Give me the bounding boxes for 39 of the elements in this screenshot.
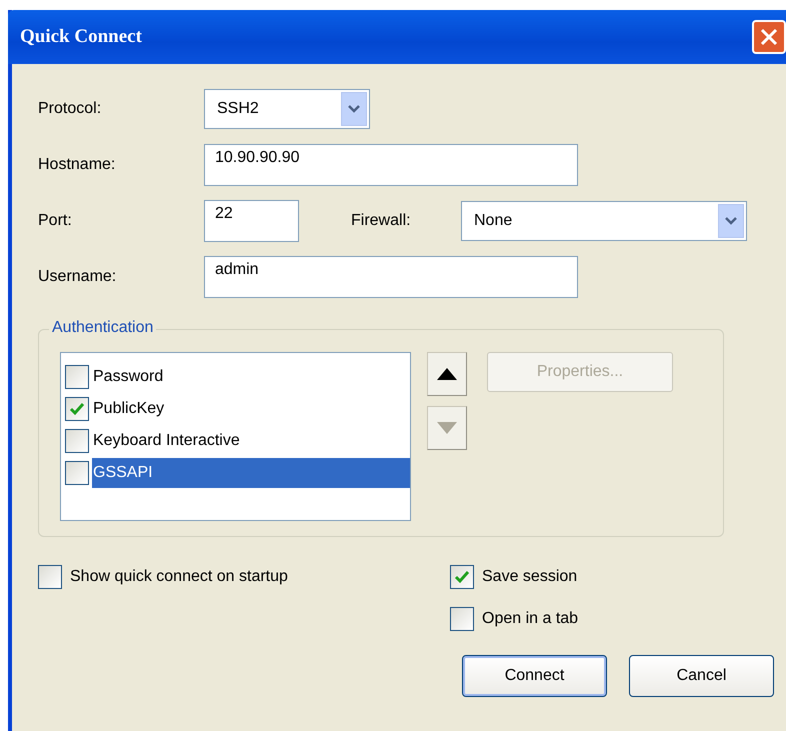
checkbox[interactable] bbox=[65, 397, 89, 421]
port-field[interactable]: 22 bbox=[204, 200, 299, 242]
dropdown-value: SSH2 bbox=[217, 100, 259, 118]
dropdown-arrow-button[interactable] bbox=[341, 92, 367, 126]
checkbox[interactable] bbox=[38, 565, 62, 589]
method-item[interactable]: Keyboard Interactive bbox=[92, 426, 244, 456]
chevron-down-icon bbox=[348, 104, 360, 114]
field-label: Hostname: bbox=[38, 156, 116, 174]
field-label: Port: bbox=[38, 212, 73, 230]
hostname-field[interactable]: 10.90.90.90 bbox=[204, 144, 578, 186]
method-list[interactable]: Password PublicKey Keyboard Interactive GSSAPI bbox=[60, 352, 411, 521]
checkbox-label: Show quick connect on startup bbox=[70, 568, 288, 586]
check-icon bbox=[69, 402, 85, 416]
field-label: Firewall: bbox=[351, 212, 412, 230]
dialog-button[interactable]: Connect bbox=[462, 655, 607, 697]
method-item[interactable]: PublicKey bbox=[92, 394, 168, 424]
checkbox-label: Save session bbox=[482, 568, 578, 586]
window-title: Quick Connect bbox=[20, 26, 142, 48]
dropdown-arrow-button[interactable] bbox=[718, 204, 744, 238]
checkbox[interactable] bbox=[450, 607, 474, 631]
chevron-down-icon bbox=[725, 216, 737, 226]
checkbox[interactable] bbox=[65, 429, 89, 453]
checkbox[interactable] bbox=[65, 365, 89, 389]
checkbox[interactable] bbox=[450, 565, 474, 589]
move-up-button[interactable] bbox=[427, 352, 467, 396]
field-label: Protocol: bbox=[38, 100, 102, 118]
dialog-button[interactable]: Cancel bbox=[629, 655, 774, 697]
close-icon bbox=[760, 28, 778, 46]
username-field[interactable]: admin bbox=[204, 256, 578, 298]
method-item[interactable]: Password bbox=[92, 362, 168, 392]
checkbox-label: Open in a tab bbox=[482, 610, 578, 628]
field-label: Username: bbox=[38, 268, 118, 286]
close-button[interactable] bbox=[752, 20, 786, 54]
check-icon bbox=[454, 570, 470, 584]
method-item[interactable]: GSSAPI bbox=[92, 458, 410, 488]
firewall-dropdown[interactable]: None bbox=[461, 201, 747, 241]
checkbox[interactable] bbox=[65, 461, 89, 485]
dropdown-value: None bbox=[474, 212, 512, 230]
protocol-dropdown[interactable]: SSH2 bbox=[204, 89, 370, 129]
